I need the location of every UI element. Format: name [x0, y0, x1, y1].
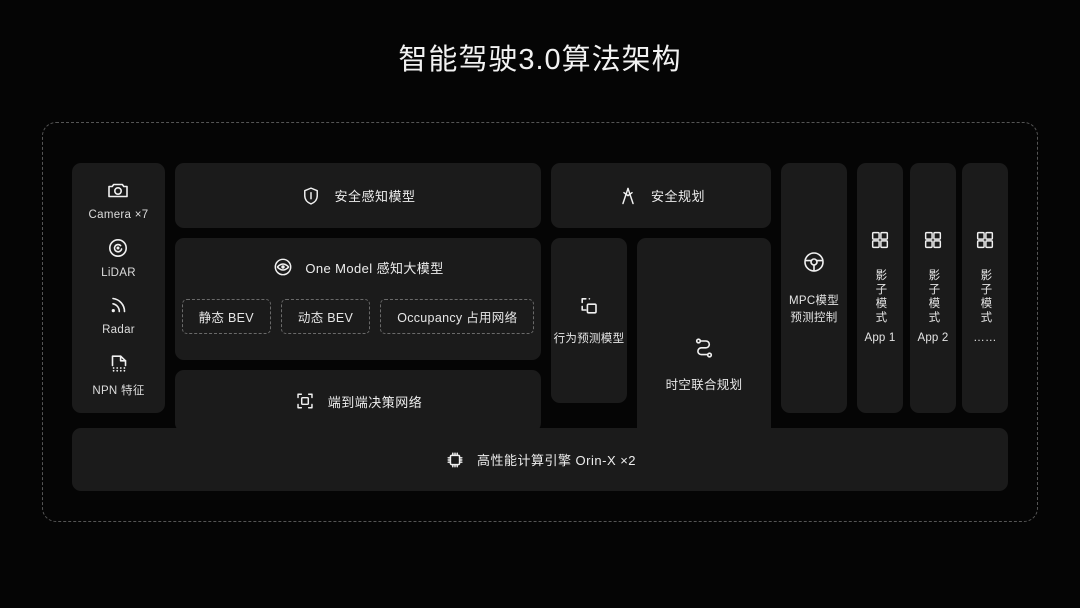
shield-icon	[300, 185, 322, 207]
slide-canvas: 智能驾驶3.0算法架构 Camera ×7 LiDAR Radar NPN 特征…	[0, 0, 1080, 608]
grid-apps-icon	[974, 229, 996, 251]
shadow-mode-label: 影子模式 App 2	[917, 269, 948, 347]
page-title: 智能驾驶3.0算法架构	[398, 44, 682, 76]
shadow-mode-label: 影子模式 ……	[973, 269, 996, 347]
shadow-mode-label: 影子模式 App 1	[864, 269, 895, 347]
shadow-mode-cn: 影子模式	[874, 269, 887, 326]
one-model-header: One Model 感知大模型	[272, 256, 443, 278]
sensor-item-lidar[interactable]: LiDAR	[101, 236, 136, 279]
sensor-label: Camera ×7	[88, 209, 149, 222]
chip-occupancy-network[interactable]: Occupancy 占用网络	[380, 299, 535, 334]
npn-map-icon	[107, 351, 131, 375]
compute-engine-label: 高性能计算引擎 Orin-X ×2	[476, 453, 637, 468]
sensor-item-npn[interactable]: NPN 特征	[92, 351, 144, 398]
chip-dynamic-bev[interactable]: 动态 BEV	[280, 299, 371, 334]
chip-icon	[444, 449, 466, 471]
safety-planning-label: 安全规划	[650, 189, 705, 204]
safety-perception-label: 安全感知模型	[334, 189, 416, 204]
behavior-prediction-card[interactable]: 行为预测模型	[551, 238, 627, 403]
sensor-column: Camera ×7 LiDAR Radar NPN 特征	[72, 163, 165, 413]
sensor-label: LiDAR	[101, 266, 136, 279]
end-to-end-label: 端到端决策网络	[327, 394, 423, 410]
mpc-label-line2: 预测控制	[790, 312, 838, 324]
behavior-prediction-label: 行为预测模型	[553, 332, 625, 345]
grid-apps-icon	[922, 229, 944, 251]
mpc-label: MPC模型 预测控制	[789, 293, 839, 328]
scan-node-icon	[294, 390, 316, 412]
mpc-card[interactable]: MPC模型 预测控制	[781, 163, 847, 413]
shadow-mode-app: ……	[973, 332, 997, 345]
shadow-mode-cn: 影子模式	[979, 269, 992, 326]
chip-static-bev[interactable]: 静态 BEV	[181, 299, 271, 334]
sensor-label: NPN 特征	[92, 384, 145, 397]
mpc-label-line1: MPC模型	[788, 294, 840, 307]
architecture-stage: Camera ×7 LiDAR Radar NPN 特征 安全感知模型 安全规划…	[72, 163, 1008, 491]
eye-icon	[272, 256, 294, 278]
camera-icon	[106, 178, 130, 202]
shadow-mode-app: App 1	[864, 332, 896, 345]
grid-apps-icon	[869, 229, 891, 251]
compute-engine-card[interactable]: 高性能计算引擎 Orin-X ×2	[72, 428, 1008, 491]
route-path-icon	[689, 333, 719, 363]
shadow-mode-app1-card[interactable]: 影子模式 App 1	[857, 163, 903, 413]
sensor-item-radar[interactable]: Radar	[102, 293, 135, 336]
safety-planning-card[interactable]: 安全规划	[551, 163, 771, 228]
safety-perception-card[interactable]: 安全感知模型	[175, 163, 541, 228]
steering-wheel-icon	[801, 249, 827, 275]
person-route-icon	[617, 185, 639, 207]
one-model-chip-row: 静态 BEV 动态 BEV Occupancy 占用网络	[181, 299, 535, 334]
sensor-item-camera[interactable]: Camera ×7	[89, 178, 149, 221]
one-model-card[interactable]: One Model 感知大模型 静态 BEV 动态 BEV Occupancy …	[175, 238, 541, 360]
copy-layers-icon	[577, 294, 601, 318]
lidar-icon	[106, 236, 130, 260]
shadow-mode-app2-card[interactable]: 影子模式 App 2	[910, 163, 956, 413]
sensor-label: Radar	[102, 324, 135, 337]
end-to-end-card[interactable]: 端到端决策网络	[175, 370, 541, 432]
radar-icon	[106, 293, 130, 317]
shadow-mode-cn: 影子模式	[927, 269, 940, 326]
shadow-mode-app: App 2	[917, 332, 949, 345]
spatiotemporal-planning-label: 时空联合规划	[665, 377, 743, 392]
one-model-label: One Model 感知大模型	[305, 260, 444, 276]
shadow-mode-more-card[interactable]: 影子模式 ……	[962, 163, 1008, 413]
